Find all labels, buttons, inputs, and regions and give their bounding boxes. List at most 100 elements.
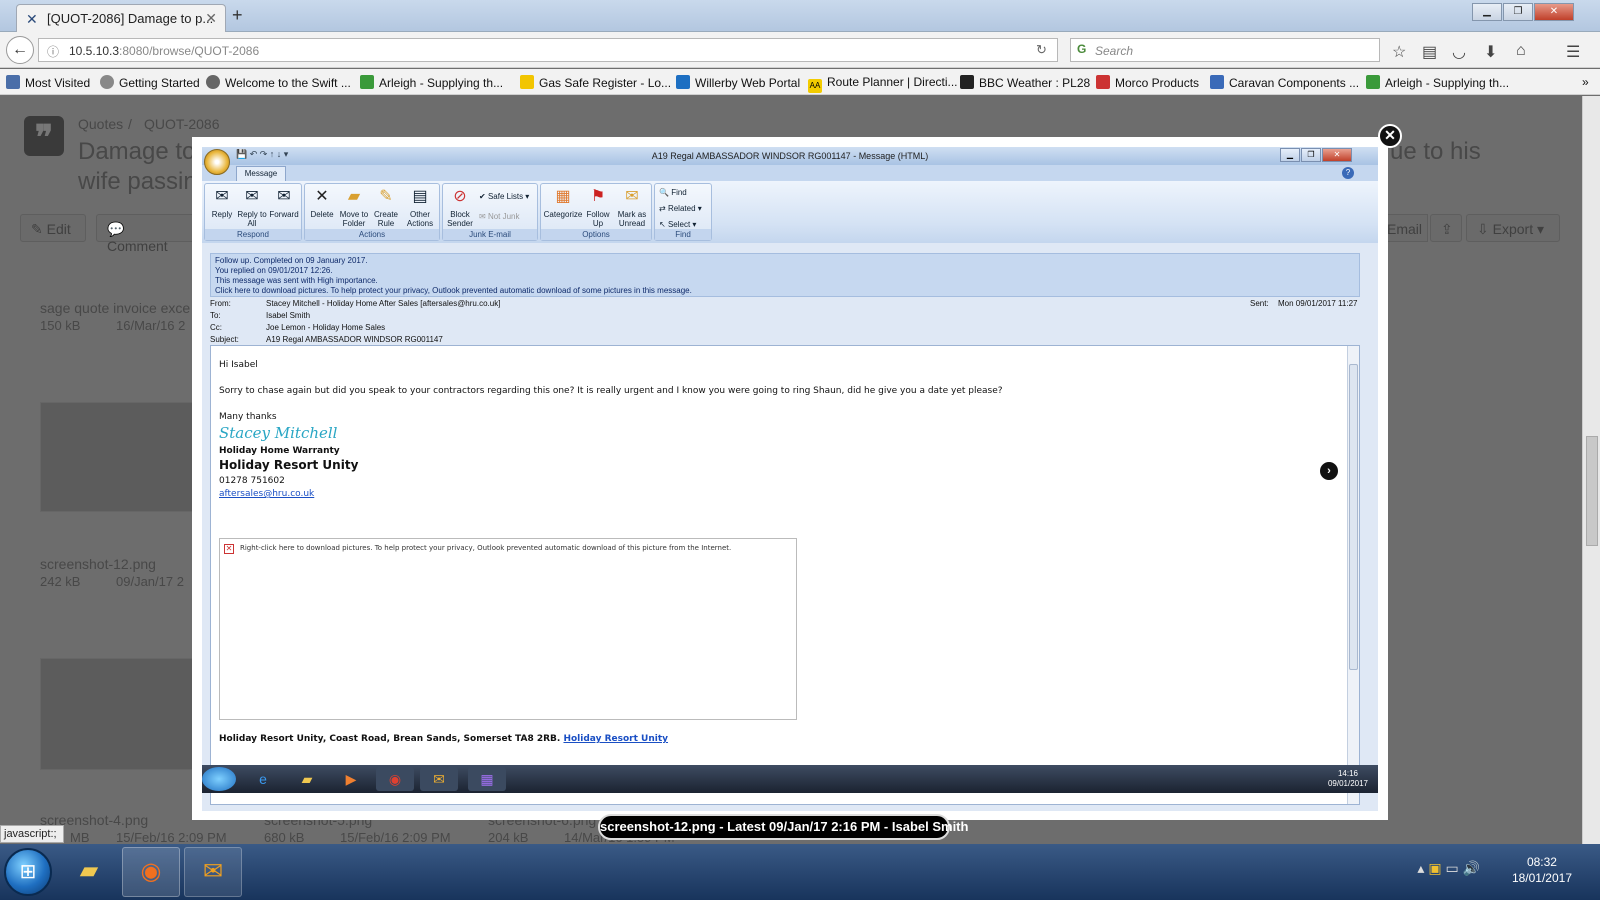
export-button[interactable]: ⇩ Export ▾ bbox=[1466, 214, 1560, 242]
network-icon[interactable]: ▭ bbox=[1445, 860, 1458, 876]
windows-taskbar: ⊞ ▰ ◉ ✉ ▴ ▣ ▭ 🔊 08:32 18/01/2017 bbox=[0, 844, 1600, 900]
quick-access-toolbar[interactable]: 💾 ↶ ↷ ↑ ↓ ▾ bbox=[236, 149, 288, 160]
info-line[interactable]: Click here to download pictures. To help… bbox=[215, 286, 1355, 296]
restore-button[interactable]: ❐ bbox=[1503, 3, 1533, 21]
flag-icon: ⚑ bbox=[590, 188, 606, 205]
mark-unread-button[interactable]: ✉ Mark as Unread bbox=[613, 186, 651, 228]
breadcrumb-quotes[interactable]: Quotes bbox=[78, 116, 123, 132]
bookmarks-overflow-icon[interactable]: » bbox=[1582, 75, 1589, 89]
select-button[interactable]: ↖ Select ▾ bbox=[659, 220, 696, 229]
sent-label: Sent: bbox=[1250, 299, 1269, 308]
comment-button[interactable]: 💬 Comment bbox=[96, 214, 196, 254]
footer-link[interactable]: Holiday Resort Unity bbox=[563, 734, 668, 744]
system-tray[interactable]: ▴ ▣ ▭ 🔊 bbox=[1417, 860, 1480, 877]
search-input[interactable]: G Search bbox=[1070, 38, 1380, 62]
reply-icon: ✉ bbox=[215, 188, 229, 205]
menu-icon[interactable]: ☰ bbox=[1566, 42, 1580, 62]
status-bar-text: javascript:; bbox=[0, 825, 64, 843]
message-body[interactable]: Hi Isabel Sorry to chase again but did y… bbox=[210, 345, 1360, 805]
bookmark-item[interactable]: Getting Started bbox=[100, 75, 200, 90]
url-bar[interactable]: ⓘ 10.5.10.3:8080/browse/QUOT-2086 bbox=[38, 38, 1058, 62]
not-junk-button[interactable]: ✉ Not Junk bbox=[479, 212, 520, 221]
bookmark-item[interactable]: Morco Products bbox=[1096, 75, 1199, 90]
from-value[interactable]: Stacey Mitchell - Holiday Home After Sal… bbox=[266, 299, 500, 308]
move-to-folder-button[interactable]: ▰ Move to Folder bbox=[337, 186, 371, 228]
bookmark-item[interactable]: Arleigh - Supplying th... bbox=[360, 75, 503, 90]
bookmark-item[interactable]: Gas Safe Register - Lo... bbox=[520, 75, 671, 90]
tray-app-icon[interactable]: ▣ bbox=[1428, 860, 1441, 876]
block-sender-button[interactable]: ⊘ Block Sender bbox=[445, 186, 475, 228]
explorer-taskbar-icon[interactable]: ▰ bbox=[60, 847, 118, 897]
bookmark-item[interactable]: BBC Weather : PL28 bbox=[960, 75, 1090, 90]
browser-tab[interactable]: ✕ [QUOT-2086] Damage to p... ✕ bbox=[16, 4, 226, 32]
group-label: Respond bbox=[205, 229, 301, 240]
reply-all-button[interactable]: ✉ Reply to All bbox=[237, 186, 267, 228]
bookmark-item[interactable]: Caravan Components ... bbox=[1210, 75, 1359, 90]
home-icon[interactable]: ⌂ bbox=[1516, 42, 1526, 60]
group-label: Options bbox=[541, 229, 651, 240]
signature-email-link[interactable]: aftersales@hru.co.uk bbox=[219, 489, 314, 499]
related-button[interactable]: ⇄ Related ▾ bbox=[659, 204, 702, 213]
body-scrollbar[interactable] bbox=[1347, 346, 1359, 804]
attachment-thumbnail[interactable] bbox=[40, 658, 200, 770]
next-image-icon[interactable]: › bbox=[1318, 460, 1340, 482]
bookmark-item[interactable]: Willerby Web Portal bbox=[676, 75, 800, 90]
attachment-name[interactable]: sage quote invoice exce bbox=[40, 300, 190, 316]
attachment-name[interactable]: screenshot-12.png bbox=[40, 556, 156, 572]
reply-button[interactable]: ✉ Reply bbox=[207, 186, 237, 219]
new-tab-button[interactable]: + bbox=[232, 5, 243, 26]
back-button[interactable]: ← bbox=[6, 36, 34, 64]
tab-message[interactable]: Message bbox=[236, 166, 286, 181]
page-scrollbar[interactable] bbox=[1582, 96, 1600, 862]
categorize-button[interactable]: ▦ Categorize bbox=[543, 186, 583, 219]
pocket-icon[interactable]: ◡ bbox=[1452, 42, 1466, 62]
to-value[interactable]: Isabel Smith bbox=[266, 311, 310, 320]
safe-lists-button[interactable]: ✔ Safe Lists ▾ bbox=[479, 192, 529, 201]
firefox-taskbar-icon[interactable]: ◉ bbox=[122, 847, 180, 897]
scrollbar-thumb[interactable] bbox=[1586, 436, 1598, 546]
broken-image-icon: ✕ bbox=[224, 544, 234, 554]
edit-button[interactable]: ✎ Edit bbox=[20, 214, 86, 242]
outlook-restore-button[interactable]: ❐ bbox=[1301, 148, 1321, 162]
forward-button[interactable]: ✉ Forward bbox=[267, 186, 301, 219]
cc-value[interactable]: Joe Lemon - Holiday Home Sales bbox=[266, 323, 385, 332]
breadcrumb-issue[interactable]: QUOT-2086 bbox=[144, 116, 219, 132]
other-actions-button[interactable]: ▤ Other Actions bbox=[401, 186, 439, 228]
reload-icon[interactable]: ↻ bbox=[1036, 42, 1047, 58]
attachment-thumbnail[interactable] bbox=[40, 402, 200, 512]
delete-button[interactable]: ✕ Delete bbox=[307, 186, 337, 219]
share-icon[interactable]: ⇪ bbox=[1430, 214, 1462, 242]
body-scrollbar-thumb[interactable] bbox=[1349, 364, 1358, 670]
footer-address: Holiday Resort Unity, Coast Road, Brean … bbox=[219, 734, 669, 744]
follow-up-button[interactable]: ⚑ Follow Up bbox=[583, 186, 613, 228]
blocked-image[interactable]: ✕ Right-click here to download pictures.… bbox=[219, 538, 797, 720]
lightbox-close-icon[interactable]: ✕ bbox=[1378, 124, 1402, 148]
tab-close-icon[interactable]: ✕ bbox=[205, 10, 217, 27]
message-text: Sorry to chase again but did you speak t… bbox=[219, 386, 1003, 396]
bookmark-item[interactable]: Welcome to the Swift ... bbox=[206, 75, 351, 90]
close-window-button[interactable]: ✕ bbox=[1534, 3, 1574, 21]
quote-project-icon: ❞ bbox=[24, 116, 64, 157]
find-button[interactable]: 🔍 Find bbox=[659, 188, 687, 197]
inner-taskbar: e ▰ ▶ ◉ ✉ ▦ 14:16 09/01/2017 bbox=[202, 765, 1378, 793]
start-button[interactable]: ⊞ bbox=[4, 848, 52, 896]
outlook-minimize-button[interactable]: ▁ bbox=[1280, 148, 1300, 162]
outlook-taskbar-icon[interactable]: ✉ bbox=[184, 847, 242, 897]
outlook-close-button[interactable]: ✕ bbox=[1322, 148, 1352, 162]
bookmark-item[interactable]: Arleigh - Supplying th... bbox=[1366, 75, 1509, 90]
downloads-icon[interactable]: ⬇ bbox=[1484, 42, 1497, 62]
breadcrumb-separator: / bbox=[128, 116, 132, 132]
help-icon[interactable]: ? bbox=[1342, 167, 1354, 179]
minimize-button[interactable]: ▁ bbox=[1472, 3, 1502, 21]
site-info-icon[interactable]: ⓘ bbox=[47, 43, 59, 60]
info-bar[interactable]: Follow up. Completed on 09 January 2017.… bbox=[210, 253, 1360, 297]
clock[interactable]: 08:32 18/01/2017 bbox=[1512, 854, 1572, 886]
create-rule-button[interactable]: ✎ Create Rule bbox=[371, 186, 401, 228]
ribbon-group-actions: ✕ Delete ▰ Move to Folder ✎ Create Rule ▤ Ot… bbox=[304, 183, 440, 241]
bookmark-item[interactable]: AA Route Planner | Directi... bbox=[808, 75, 958, 93]
bookmark-item[interactable]: Most Visited bbox=[6, 75, 90, 90]
office-button-icon[interactable] bbox=[204, 149, 230, 175]
volume-icon[interactable]: 🔊 bbox=[1463, 860, 1480, 876]
bookmark-star-icon[interactable]: ☆ bbox=[1392, 42, 1406, 62]
reading-list-icon[interactable]: ▤ bbox=[1422, 42, 1437, 62]
